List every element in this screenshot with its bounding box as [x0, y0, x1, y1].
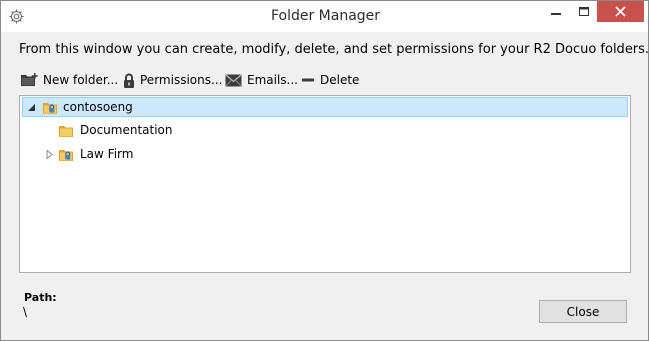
permissions-label: Permissions...: [140, 73, 223, 87]
maximize-icon: [578, 6, 589, 16]
tree-item-contosoeng[interactable]: contosoeng: [22, 97, 628, 117]
window-content: From this window you can create, modify,…: [1, 32, 649, 340]
close-window-button[interactable]: [597, 1, 644, 22]
path-label: Path:: [24, 291, 57, 304]
maximize-button[interactable]: [570, 1, 597, 22]
path-value: \: [23, 305, 28, 319]
collapsed-arrow-icon[interactable]: [45, 150, 54, 159]
folder-tree[interactable]: contosoeng Documentation Law Firm: [19, 95, 631, 273]
close-button[interactable]: Close: [539, 300, 627, 323]
minus-icon: [302, 78, 314, 82]
tree-item-label: contosoeng: [63, 100, 133, 114]
emails-label: Emails...: [247, 73, 298, 87]
folder-icon: [59, 126, 73, 137]
emails-button[interactable]: Emails...: [225, 72, 298, 88]
minimize-button[interactable]: [541, 1, 570, 22]
tree-item-label: Documentation: [80, 123, 173, 137]
expanded-arrow-icon[interactable]: [27, 103, 36, 112]
new-folder-icon: [21, 73, 38, 86]
delete-label: Delete: [320, 73, 360, 87]
locked-folder-icon: [59, 150, 73, 161]
envelope-icon: [225, 74, 242, 86]
close-icon: [615, 6, 626, 17]
locked-folder-icon: [43, 103, 57, 114]
tree-item-law-firm[interactable]: Law Firm: [22, 145, 628, 165]
title-bar: Folder Manager: [1, 1, 648, 32]
new-folder-label: New folder...: [43, 73, 119, 87]
new-folder-button[interactable]: New folder...: [21, 72, 118, 88]
permissions-button[interactable]: Permissions...: [123, 72, 222, 88]
minimize-icon: [550, 12, 561, 15]
folder-manager-window: Folder Manager From this window you can …: [0, 0, 649, 341]
lock-icon: [124, 73, 134, 88]
tree-item-documentation[interactable]: Documentation: [22, 121, 628, 141]
tree-item-label: Law Firm: [80, 147, 134, 161]
delete-button[interactable]: Delete: [301, 72, 359, 88]
description-text: From this window you can create, modify,…: [19, 42, 649, 57]
